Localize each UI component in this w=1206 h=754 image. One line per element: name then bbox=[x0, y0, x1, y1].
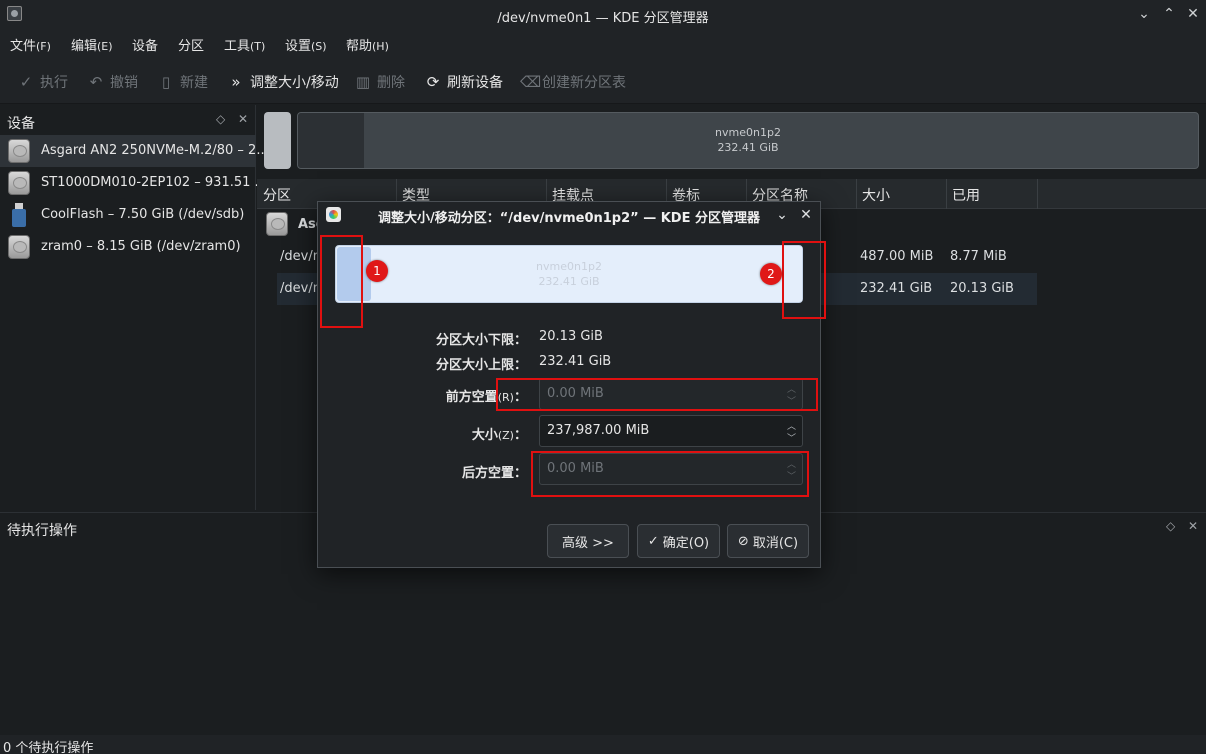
resize-move-dialog: 调整大小/移动分区：“/dev/nvme0n1p2” — KDE 分区管理器 ⌄… bbox=[317, 201, 826, 568]
statusbar: 0 个待执行操作 bbox=[0, 735, 1206, 754]
status-text: 0 个待执行操作 bbox=[3, 741, 94, 754]
device-label: Asgard AN2 250NVMe-M.2/80 – 2... bbox=[41, 143, 269, 158]
disk-icon bbox=[8, 139, 30, 163]
device-item[interactable]: CoolFlash – 7.50 GiB (/dev/sdb) bbox=[0, 199, 256, 231]
menu-partition[interactable]: 分区 bbox=[178, 35, 204, 54]
window-title: /dev/nvme0n1 — KDE 分区管理器 bbox=[497, 11, 709, 26]
dialog-titlebar: 调整大小/移动分区：“/dev/nvme0n1p2” — KDE 分区管理器 ⌄… bbox=[318, 202, 820, 229]
dock-close-icon[interactable]: ✕ bbox=[1188, 519, 1198, 533]
new-partition-table-button[interactable]: ⌫ 创建新分区表 bbox=[520, 72, 626, 92]
maximize-icon[interactable]: ⌃ bbox=[1160, 5, 1178, 23]
max-size-value: 232.41 GiB bbox=[539, 354, 612, 369]
menu-file[interactable]: 文件(F) bbox=[10, 35, 51, 54]
free-after-label: 后方空置： bbox=[461, 466, 527, 481]
partition-block-small[interactable] bbox=[264, 112, 291, 169]
device-label: zram0 – 8.15 GiB (/dev/zram0) bbox=[41, 239, 241, 254]
disk-icon bbox=[266, 212, 288, 236]
advanced-button[interactable]: 高级 >> bbox=[547, 524, 629, 558]
col-partition[interactable]: 分区 bbox=[263, 185, 291, 205]
cell-partition: /dev/n bbox=[280, 249, 321, 264]
erase-icon: ⌫ bbox=[520, 73, 542, 91]
dialog-title: 调整大小/移动分区：“/dev/nvme0n1p2” — KDE 分区管理器 bbox=[377, 211, 761, 226]
disk-icon bbox=[8, 171, 30, 195]
col-separator bbox=[946, 179, 947, 209]
annotation-box-free-before bbox=[496, 378, 818, 411]
col-separator bbox=[856, 179, 857, 209]
toolbar: ✓ 执行 ↶ 撤销 ▯ 新建 » 调整大小/移动 ▥ 删除 ⟳ 刷新设备 ⌫ 创建新分区表 bbox=[0, 58, 1206, 104]
apply-button[interactable]: ✓ 执行 bbox=[18, 72, 68, 92]
cell-size: 487.00 MiB bbox=[860, 249, 934, 264]
cell-partition: /dev/n bbox=[280, 281, 321, 296]
resize-icon: » bbox=[231, 73, 241, 91]
annotation-box-free-after bbox=[531, 451, 809, 497]
menu-edit[interactable]: 编辑(E) bbox=[71, 35, 113, 54]
check-icon: ✓ bbox=[647, 533, 659, 549]
device-item[interactable]: zram0 – 8.15 GiB (/dev/zram0) bbox=[0, 231, 256, 263]
delete-button[interactable]: ▥ 删除 bbox=[355, 72, 405, 92]
undo-icon: ↶ bbox=[89, 73, 103, 91]
usb-icon bbox=[12, 203, 26, 227]
devices-panel: 设备 ◇ ✕ Asgard AN2 250NVMe-M.2/80 – 2... … bbox=[0, 105, 269, 510]
annotation-marker: 2 bbox=[760, 263, 782, 285]
window-titlebar: /dev/nvme0n1 — KDE 分区管理器 ⌄ ⌃ ✕ bbox=[0, 0, 1206, 30]
size-spinbox[interactable]: 237,987.00 MiB ︿ ﹀ bbox=[539, 415, 803, 447]
menu-settings[interactable]: 设置(S) bbox=[285, 35, 327, 54]
cell-size: 232.41 GiB bbox=[860, 281, 933, 296]
ok-button[interactable]: ✓ 确定(O) bbox=[637, 524, 720, 558]
dock-float-icon[interactable]: ◇ bbox=[216, 112, 225, 126]
refresh-icon: ⟳ bbox=[426, 73, 440, 91]
resizer-partition-name: nvme0n1p2 bbox=[536, 260, 602, 273]
menu-help[interactable]: 帮助(H) bbox=[346, 35, 389, 54]
min-size-value: 20.13 GiB bbox=[539, 329, 603, 344]
menu-tools[interactable]: 工具(T) bbox=[224, 35, 265, 54]
menu-device[interactable]: 设备 bbox=[132, 35, 158, 54]
dialog-minimize-icon[interactable]: ⌄ bbox=[773, 205, 791, 225]
dock-close-icon[interactable]: ✕ bbox=[238, 112, 248, 126]
device-item[interactable]: ST1000DM010-2EP102 – 931.51 ... bbox=[0, 167, 267, 199]
col-used[interactable]: 已用 bbox=[952, 185, 980, 205]
max-size-label: 分区大小上限： bbox=[435, 358, 527, 373]
devices-header: 设备 bbox=[7, 116, 35, 132]
col-size[interactable]: 大小 bbox=[862, 185, 890, 205]
new-doc-icon: ▯ bbox=[161, 73, 171, 91]
resize-move-button[interactable]: » 调整大小/移动 bbox=[228, 72, 338, 92]
new-button[interactable]: ▯ 新建 bbox=[158, 72, 208, 92]
minimize-icon[interactable]: ⌄ bbox=[1135, 5, 1153, 23]
device-label: CoolFlash – 7.50 GiB (/dev/sdb) bbox=[41, 207, 245, 222]
cell-used: 20.13 GiB bbox=[950, 281, 1014, 296]
cell-used: 8.77 MiB bbox=[950, 249, 1007, 264]
resizer-partition-size: 232.41 GiB bbox=[538, 275, 600, 288]
check-icon: ✓ bbox=[19, 73, 33, 91]
partition-graph-name: nvme0n1p2 bbox=[715, 126, 781, 139]
partition-graph-size: 232.41 GiB bbox=[717, 141, 779, 154]
pending-header: 待执行操作 bbox=[7, 523, 77, 539]
size-label: 大小(Z)： bbox=[471, 428, 527, 443]
disk-icon bbox=[8, 235, 30, 259]
annotation-box-right-handle bbox=[782, 241, 826, 319]
min-size-label: 分区大小下限： bbox=[435, 333, 527, 348]
size-value: 237,987.00 MiB bbox=[547, 423, 650, 438]
device-item[interactable]: Asgard AN2 250NVMe-M.2/80 – 2... bbox=[0, 135, 269, 167]
col-separator bbox=[1037, 179, 1038, 209]
cancel-button[interactable]: ⊘ 取消(C) bbox=[727, 524, 809, 558]
partition-resizer[interactable] bbox=[335, 245, 803, 303]
device-label: ST1000DM010-2EP102 – 931.51 ... bbox=[41, 175, 267, 190]
close-icon[interactable]: ✕ bbox=[1184, 5, 1202, 23]
undo-button[interactable]: ↶ 撤销 bbox=[88, 72, 138, 92]
annotation-marker: 1 bbox=[366, 260, 388, 282]
trash-icon: ▥ bbox=[355, 73, 371, 91]
dialog-close-icon[interactable]: ✕ bbox=[797, 205, 815, 225]
refresh-devices-button[interactable]: ⟳ 刷新设备 bbox=[425, 72, 503, 92]
dock-float-icon[interactable]: ◇ bbox=[1166, 519, 1175, 533]
cancel-icon: ⊘ bbox=[737, 533, 749, 549]
menubar: 文件(F) 编辑(E) 设备 分区 工具(T) 设置(S) 帮助(H) bbox=[0, 30, 1206, 58]
annotation-box-left-handle bbox=[320, 235, 363, 328]
spin-down-icon[interactable]: ﹀ bbox=[787, 431, 796, 444]
